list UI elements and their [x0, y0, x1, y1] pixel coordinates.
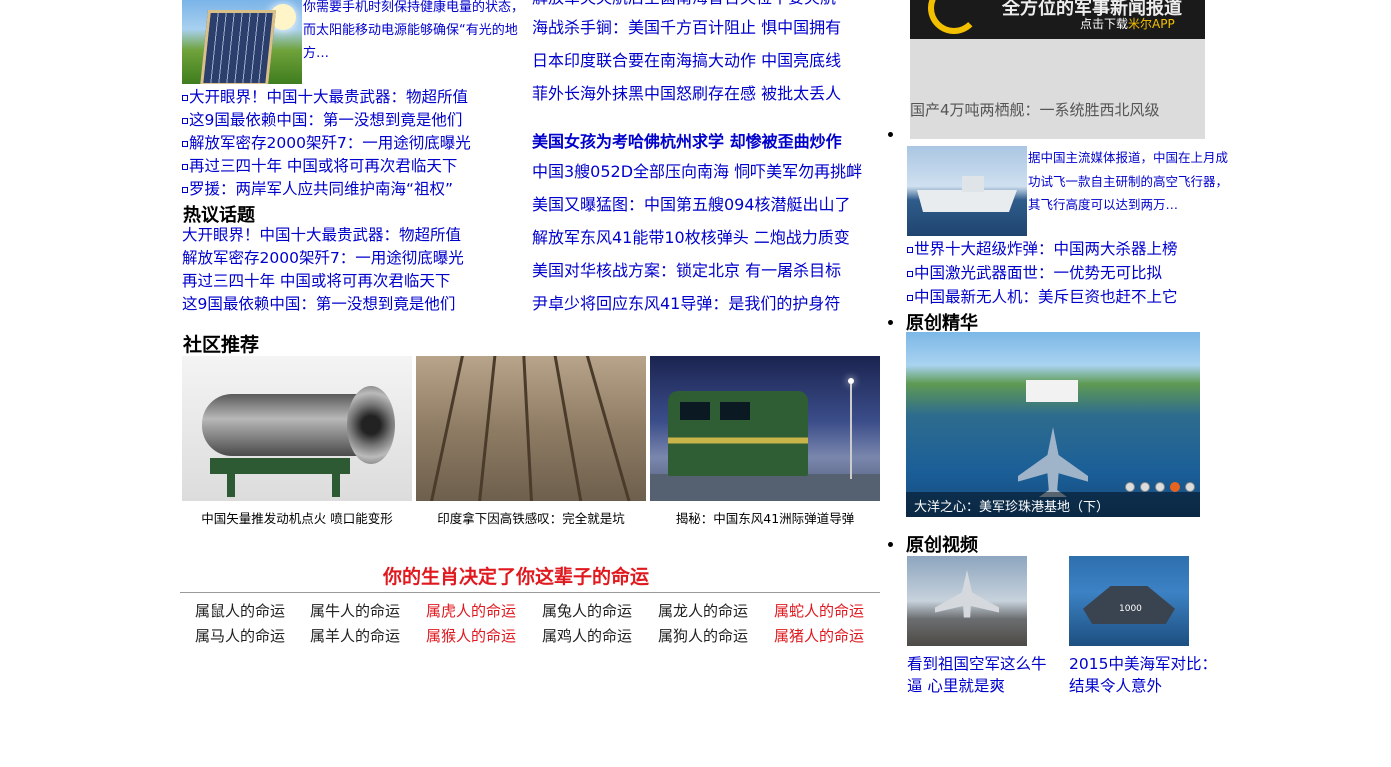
bullet-square-icon: [907, 246, 913, 253]
zodiac-link[interactable]: 属鼠人的命运: [195, 600, 285, 621]
ad-news-caption[interactable]: 国产4万吨两栖舰：一系统胜西北风级: [910, 99, 1160, 120]
rail-graphic: [521, 356, 534, 501]
news-link-4[interactable]: 中国3艘052D全部压向南海 恫吓美军勿再挑衅: [532, 161, 862, 183]
lamp-light-graphic: [848, 378, 854, 384]
original-video-heading: 原创视频: [906, 535, 978, 556]
right-bullet-link-3[interactable]: 中国最新无人机：美斥巨资也赶不上它: [907, 286, 1178, 308]
bullet-square-icon: [907, 294, 913, 301]
cart-leg-graphic: [227, 471, 235, 497]
video-thumbnail-jet[interactable]: [907, 556, 1027, 646]
platform-graphic: [650, 474, 880, 501]
list-bullet-icon: [888, 542, 893, 547]
rail-graphic: [581, 356, 634, 501]
solar-panel-graphic: [200, 10, 276, 84]
memorial-graphic: [1026, 380, 1078, 402]
amphibious-ship-image[interactable]: [907, 146, 1027, 236]
list-bullet-icon: [888, 320, 893, 325]
zodiac-link[interactable]: 属羊人的命运: [310, 625, 400, 646]
zodiac-link[interactable]: 属狗人的命运: [658, 625, 748, 646]
hull-number-text: 1000: [1119, 604, 1142, 614]
rail-graphic: [427, 356, 468, 501]
rail-graphic: [476, 356, 499, 501]
ship-hull-graphic: [917, 190, 1017, 212]
bullet-square-icon: [907, 270, 913, 277]
news-link-5[interactable]: 美国又曝猛图：中国第五艘094核潜艇出山了: [532, 194, 851, 216]
app-ad-block[interactable]: 全方位的军事新闻报道 点击下载米尔APP 国产4万吨两栖舰：一系统胜西北风级: [910, 0, 1205, 139]
cart-leg-graphic: [332, 471, 340, 497]
news-link-8[interactable]: 尹卓少将回应东风41导弹：是我们的护身符: [532, 293, 840, 315]
zodiac-divider: [180, 592, 880, 593]
bullet-square-icon: [182, 163, 188, 170]
bullet-square-icon: [182, 140, 188, 147]
community-caption-3[interactable]: 揭秘：中国东风41洲际弹道导弹: [650, 508, 880, 527]
video-caption-1[interactable]: 看到祖国空军这么牛 逼 心里就是爽: [907, 653, 1047, 697]
fighter-jet-graphic: [935, 570, 999, 618]
engine-nozzle-graphic: [347, 386, 395, 464]
zodiac-link[interactable]: 属虎人的命运: [426, 600, 516, 621]
list-bullet-icon: [888, 132, 893, 137]
zodiac-link[interactable]: 属蛇人的命运: [774, 600, 864, 621]
ship-island-graphic: [962, 176, 984, 192]
solar-charger-description[interactable]: 你需要手机时刻保持健康电量的状态，而太阳能移动电源能够确保“有光的地方…: [303, 0, 525, 65]
bullet-square-icon: [182, 117, 188, 124]
locomotive-window-graphic: [720, 402, 750, 420]
slideshow-dot-2[interactable]: [1140, 482, 1150, 492]
fighter-jet-graphic: [1018, 427, 1088, 497]
zodiac-link[interactable]: 属马人的命运: [195, 625, 285, 646]
community-heading: 社区推荐: [183, 334, 260, 356]
slideshow-dot-3[interactable]: [1155, 482, 1165, 492]
bullet-square-icon: [182, 186, 188, 193]
aircraft-news-description[interactable]: 据中国主流媒体报道，中国在上月成功试飞一款自主研制的高空飞行器，其飞行高度可以达…: [1028, 146, 1228, 217]
bullet-square-icon: [182, 94, 188, 101]
rail-graphic: [550, 356, 585, 501]
news-link-3[interactable]: 菲外长海外抹黑中国怒刷存在感 被批太丢人: [532, 83, 841, 105]
zodiac-link[interactable]: 属龙人的命运: [658, 600, 748, 621]
slideshow-caption[interactable]: 大洋之心：美军珍珠港基地（下）: [914, 496, 1109, 515]
news-link-1[interactable]: 海战杀手锏：美国千方百计阻止 惧中国拥有: [532, 17, 841, 39]
zodiac-link[interactable]: 属牛人的命运: [310, 600, 400, 621]
hot-topic-link-3[interactable]: 再过三四十年 中国或将可再次君临天下: [182, 270, 450, 293]
headline-bold-link[interactable]: 美国女孩为考哈佛杭州求学 却惨被歪曲炒作: [532, 128, 842, 152]
hot-topic-link-4[interactable]: 这9国最依赖中国：第一没想到竟是他们: [182, 293, 455, 316]
news-link-2[interactable]: 日本印度联合要在南海搞大动作 中国亮底线: [532, 50, 841, 72]
hot-topic-link-1[interactable]: 大开眼界！中国十大最贵武器：物超所值: [182, 224, 461, 247]
slideshow-dot-5[interactable]: [1185, 482, 1195, 492]
feature-slideshow-image[interactable]: 大洋之心：美军珍珠港基地（下）: [906, 332, 1200, 517]
zodiac-link[interactable]: 属兔人的命运: [542, 600, 632, 621]
community-image-locomotive[interactable]: [650, 356, 880, 501]
lamp-post-graphic: [850, 384, 852, 479]
slideshow-dot-4[interactable]: [1170, 482, 1180, 492]
video-caption-2[interactable]: 2015中美海军对比： 结果令人意外: [1069, 653, 1217, 697]
left-bullet-link-1[interactable]: 大开眼界！中国十大最贵武器：物超所值: [182, 86, 468, 109]
app-logo-icon: [928, 0, 980, 34]
community-caption-1[interactable]: 中国矢量推发动机点火 喷口能变形: [182, 508, 412, 527]
zodiac-link[interactable]: 属猪人的命运: [774, 625, 864, 646]
right-bullet-link-1[interactable]: 世界十大超级炸弹：中国两大杀器上榜: [907, 238, 1178, 260]
news-link-partial[interactable]: 解放军央央航后空菌南海普告央位不要夹航: [532, 0, 836, 9]
news-link-6[interactable]: 解放军东风41能带10枚核弹头 二炮战力质变: [532, 227, 850, 249]
app-ad-download-text: 点击下载米尔APP: [1080, 17, 1175, 31]
right-bullet-link-2[interactable]: 中国激光武器面世：一优势无可比拟: [907, 262, 1162, 284]
left-bullet-link-3[interactable]: 解放军密存2000架歼7：一用途彻底曝光: [182, 132, 471, 155]
zodiac-link[interactable]: 属鸡人的命运: [542, 625, 632, 646]
left-bullet-link-5[interactable]: 罗援：两岸军人应共同维护南海“祖权”: [182, 178, 453, 201]
left-bullet-link-4[interactable]: 再过三四十年 中国或将可再次君临天下: [182, 155, 457, 178]
left-bullet-link-2[interactable]: 这9国最依赖中国：第一没想到竟是他们: [182, 109, 462, 132]
zodiac-banner-title[interactable]: 你的生肖决定了你这辈子的命运: [383, 562, 649, 589]
hot-topic-link-2[interactable]: 解放军密存2000架歼7：一用途彻底曝光: [182, 247, 464, 270]
slideshow-dot-1[interactable]: [1125, 482, 1135, 492]
community-image-railway[interactable]: [416, 356, 646, 501]
app-ad-banner[interactable]: 全方位的军事新闻报道 点击下载米尔APP: [910, 0, 1205, 39]
video-thumbnail-destroyer[interactable]: 1000: [1069, 556, 1189, 646]
solar-charger-image[interactable]: [182, 0, 302, 84]
zodiac-link[interactable]: 属猴人的命运: [426, 625, 516, 646]
community-caption-2[interactable]: 印度拿下因高铁感叹：完全就是坑: [416, 508, 646, 527]
community-image-engine[interactable]: [182, 356, 412, 501]
locomotive-window-graphic: [680, 402, 710, 420]
news-link-7[interactable]: 美国对华核战方案：锁定北京 有一屠杀目标: [532, 260, 841, 282]
